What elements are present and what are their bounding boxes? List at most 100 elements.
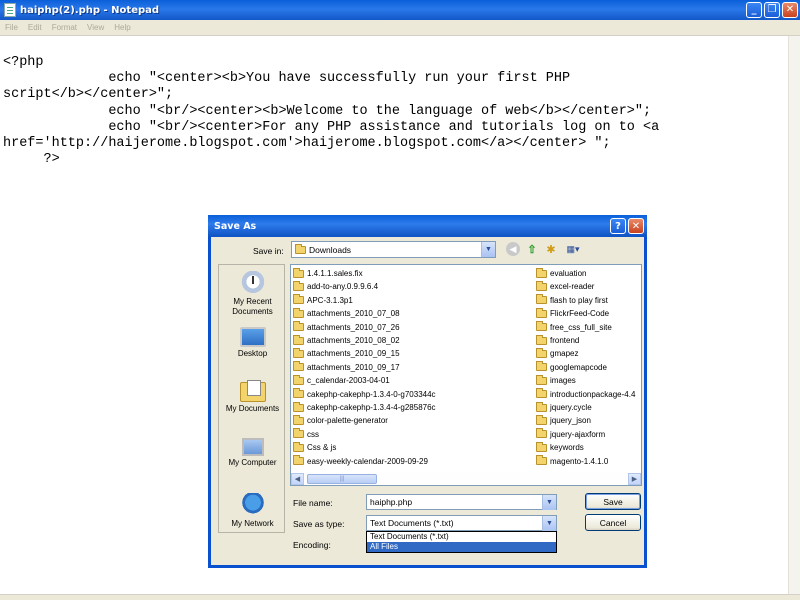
place-recent-documents[interactable]: My Recent Documents: [219, 271, 286, 317]
menu-edit[interactable]: Edit: [23, 23, 47, 32]
cancel-button[interactable]: Cancel: [585, 514, 641, 531]
file-list-item[interactable]: easy-weekly-calendar-2009-09-29: [293, 455, 428, 468]
file-list-item[interactable]: jquery-ajaxform: [536, 428, 605, 441]
menu-format[interactable]: Format: [47, 23, 82, 32]
place-my-documents[interactable]: My Documents: [219, 380, 286, 414]
file-list-item[interactable]: googlemapcode: [536, 361, 607, 374]
place-label: My Computer: [228, 458, 277, 467]
editor-line: ?>: [3, 152, 60, 168]
save-in-combo[interactable]: Downloads ▼: [291, 241, 496, 258]
file-list-item[interactable]: evaluation: [536, 267, 586, 280]
help-button[interactable]: ?: [610, 218, 626, 234]
file-name: jquery_json: [550, 416, 591, 426]
file-name: easy-weekly-calendar-2009-09-29: [307, 456, 428, 466]
file-name: attachments_2010_07_08: [307, 309, 400, 319]
file-list-item[interactable]: attachments_2010_09_17: [293, 361, 400, 374]
editor-line: echo "<br/><center><b>Welcome to the lan…: [3, 103, 652, 119]
file-name-label: File name:: [293, 498, 333, 508]
file-name: APC-3.1.3p1: [307, 295, 353, 305]
menu-help[interactable]: Help: [109, 23, 135, 32]
file-list-item[interactable]: excel-reader: [536, 280, 594, 293]
file-list-item[interactable]: add-to-any.0.9.9.6.4: [293, 280, 378, 293]
menu-file[interactable]: File: [0, 23, 23, 32]
places-bar: My Recent Documents Desktop My Documents…: [218, 264, 285, 533]
folder-icon: [293, 374, 304, 385]
file-list-item[interactable]: attachments_2010_07_08: [293, 307, 400, 320]
file-list-item[interactable]: images: [536, 374, 576, 387]
file-list-item[interactable]: APC-3.1.3p1: [293, 294, 353, 307]
views-menu-icon[interactable]: ▦▾: [563, 242, 583, 256]
menu-view[interactable]: View: [82, 23, 109, 32]
save-type-value: Text Documents (*.txt): [370, 518, 454, 528]
file-list-item[interactable]: css: [293, 428, 319, 441]
editor-line: script</b></center>";: [3, 87, 174, 103]
dialog-close-button[interactable]: ✕: [628, 218, 644, 234]
file-name: gmapez: [550, 349, 579, 359]
option-all-files[interactable]: All Files: [367, 542, 556, 552]
scroll-thumb[interactable]: |||: [307, 474, 377, 484]
file-list-item[interactable]: attachments_2010_08_02: [293, 334, 400, 347]
file-list-item[interactable]: jquery.cycle: [536, 401, 592, 414]
file-name: color-palette-generator: [307, 416, 388, 426]
file-name: add-to-any.0.9.9.6.4: [307, 282, 379, 292]
file-list-item[interactable]: gmapez: [536, 347, 578, 360]
file-list-item[interactable]: Css & js: [293, 441, 336, 454]
file-list-item[interactable]: color-palette-generator: [293, 414, 388, 427]
save-type-select[interactable]: Text Documents (*.txt) ▼: [366, 515, 557, 531]
close-button[interactable]: ✕: [782, 2, 798, 18]
file-list-item[interactable]: attachments_2010_07_26: [293, 321, 400, 334]
back-icon[interactable]: ◀: [506, 242, 520, 256]
chevron-down-icon[interactable]: ▼: [542, 495, 556, 510]
folder-icon: [293, 455, 304, 466]
vertical-scrollbar[interactable]: [788, 36, 800, 594]
horizontal-scrollbar[interactable]: ◀ ||| ▶: [290, 473, 642, 486]
file-list-item[interactable]: magento-1.4.1.0: [536, 455, 608, 468]
file-list-item[interactable]: jquery_json: [536, 414, 591, 427]
folder-icon: [293, 321, 304, 332]
folder-icon: [293, 401, 304, 412]
save-type-dropdown: Text Documents (*.txt) All Files: [366, 531, 557, 553]
save-type-label: Save as type:: [293, 519, 345, 529]
save-as-dialog: Save As ? ✕ Save in: Downloads ▼ ◀ ⇧ ✱ ▦…: [208, 215, 647, 568]
maximize-button[interactable]: ❐: [764, 2, 780, 18]
chevron-down-icon[interactable]: ▼: [542, 516, 556, 531]
file-name: c_calendar-2003-04-01: [307, 376, 390, 386]
file-list-item[interactable]: FlickrFeed-Code: [536, 307, 609, 320]
minimize-button[interactable]: _: [746, 2, 762, 18]
file-list-item[interactable]: cakephp-cakephp-1.3.4-4-g285876c: [293, 401, 436, 414]
file-name-input[interactable]: haiphp.php ▼: [366, 494, 557, 510]
place-label: My Recent Documents: [232, 297, 273, 316]
file-list[interactable]: 1.4.1.1.sales.fix add-to-any.0.9.9.6.4 APC…: [290, 264, 642, 486]
file-list-item[interactable]: frontend: [536, 334, 579, 347]
file-list-item[interactable]: attachments_2010_09_15: [293, 347, 400, 360]
folder-icon: [536, 374, 547, 385]
place-my-network[interactable]: My Network: [219, 493, 286, 529]
file-name-value: haiphp.php: [370, 497, 413, 507]
folder-icon: [295, 243, 306, 254]
folder-icon: [293, 414, 304, 425]
file-list-item[interactable]: free_css_full_site: [536, 321, 612, 334]
file-list-item[interactable]: introductionpackage-4.4: [536, 388, 635, 401]
file-list-item[interactable]: c_calendar-2003-04-01: [293, 374, 390, 387]
scroll-right-icon[interactable]: ▶: [628, 473, 641, 485]
place-my-computer[interactable]: My Computer: [219, 438, 286, 468]
desktop-icon: [239, 327, 266, 347]
up-folder-icon[interactable]: ⇧: [525, 242, 539, 256]
scroll-left-icon[interactable]: ◀: [291, 473, 304, 485]
chevron-down-icon[interactable]: ▼: [481, 242, 495, 257]
file-list-item[interactable]: keywords: [536, 441, 584, 454]
folder-icon: [536, 334, 547, 345]
folder-icon: [536, 388, 547, 399]
new-folder-icon[interactable]: ✱: [544, 242, 558, 256]
file-list-item[interactable]: flash to play first: [536, 294, 608, 307]
folder-icon: [293, 347, 304, 358]
file-name: googlemapcode: [550, 362, 607, 372]
place-label: My Network: [231, 519, 274, 528]
file-list-item[interactable]: cakephp-cakephp-1.3.4-0-g703344c: [293, 388, 436, 401]
file-list-item[interactable]: 1.4.1.1.sales.fix: [293, 267, 363, 280]
option-text-documents[interactable]: Text Documents (*.txt): [367, 532, 556, 542]
place-desktop[interactable]: Desktop: [219, 327, 286, 359]
folder-icon: [536, 428, 547, 439]
dialog-titlebar: Save As ? ✕: [208, 215, 647, 237]
save-button[interactable]: Save: [585, 493, 641, 510]
